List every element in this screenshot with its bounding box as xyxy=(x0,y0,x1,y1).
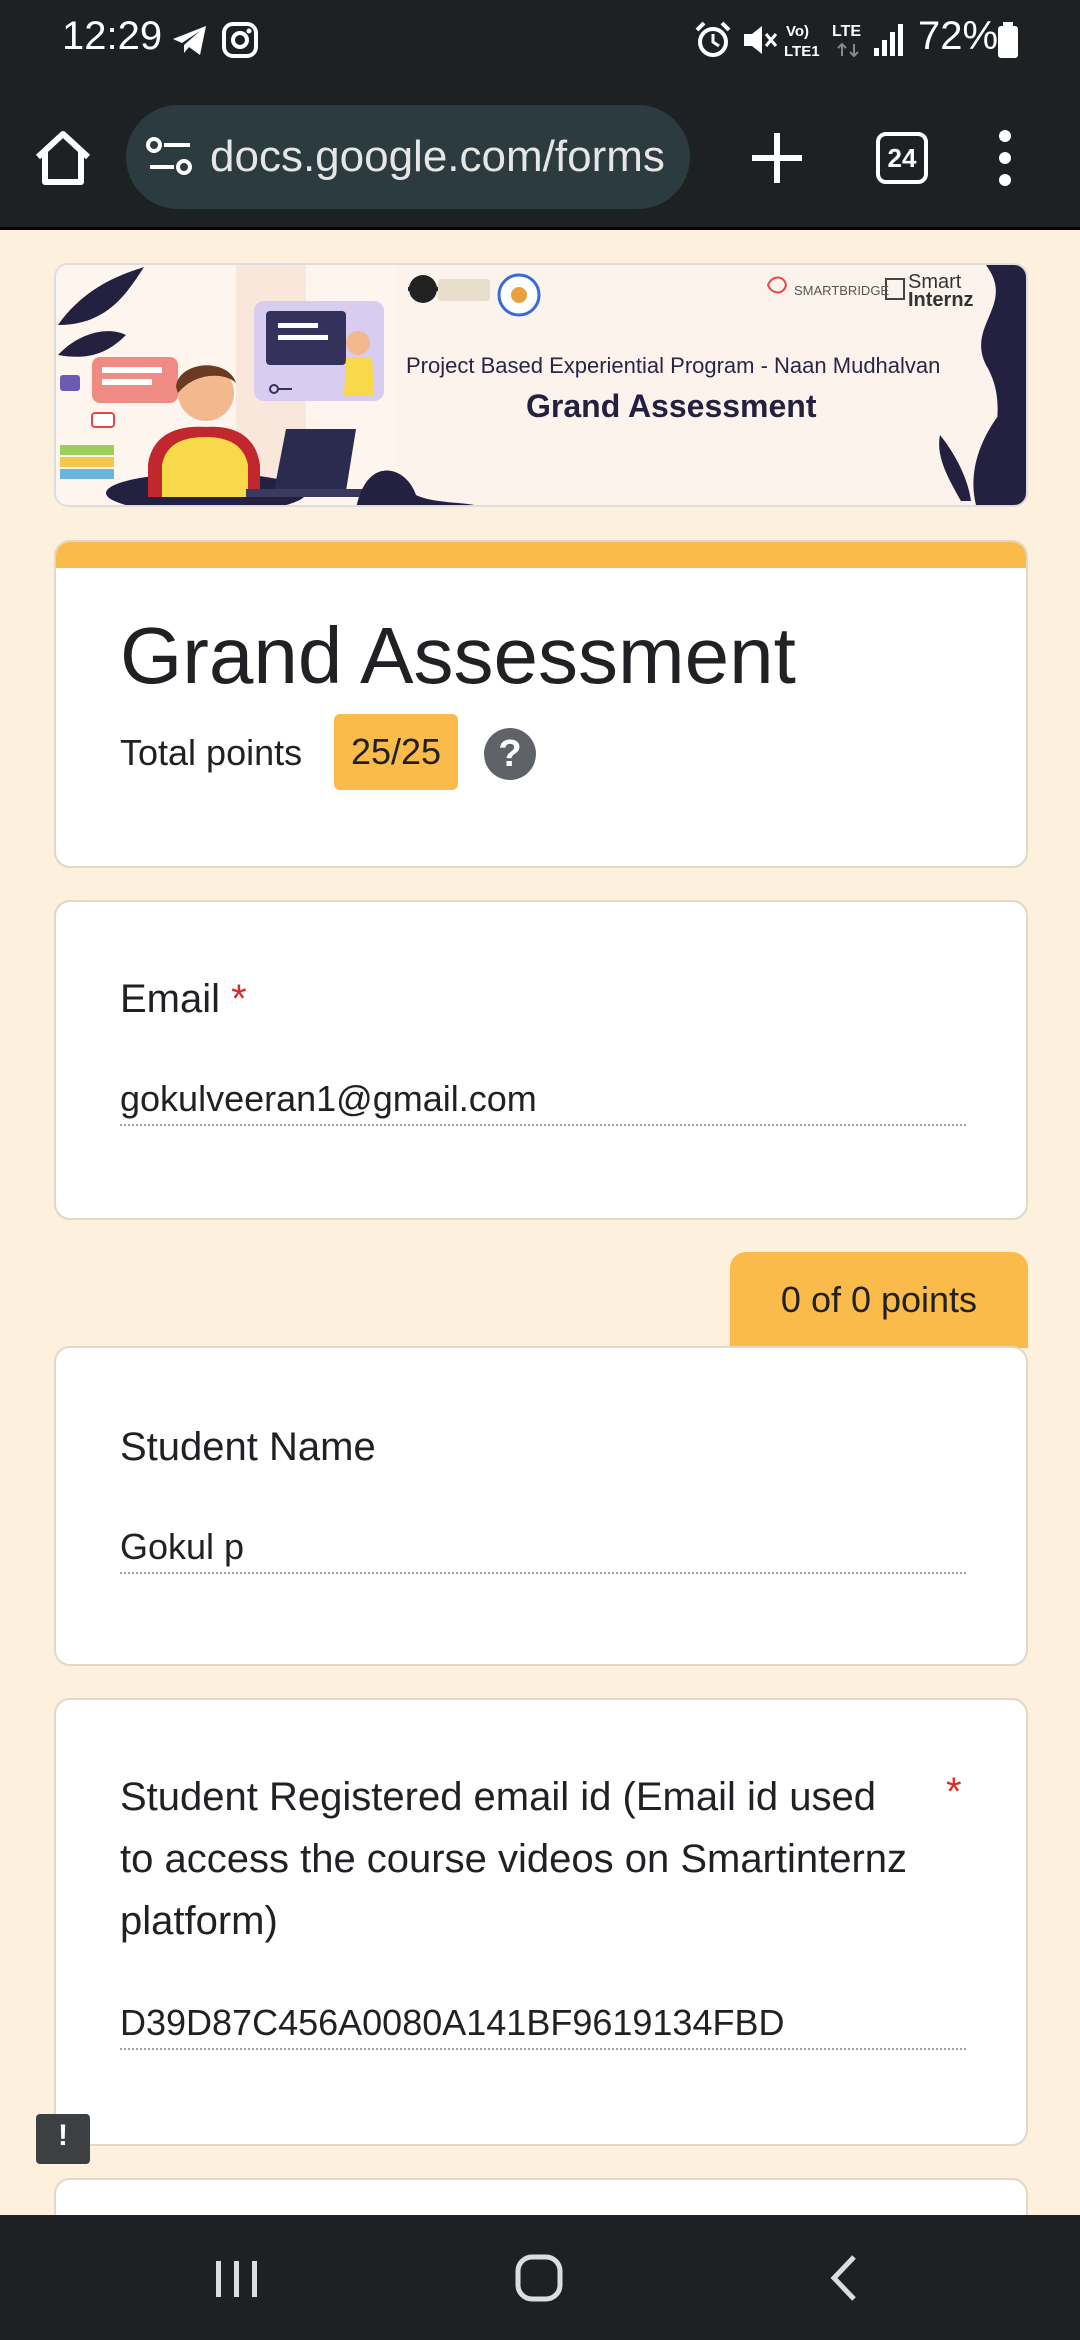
question-label: Student Registered email id (Email id us… xyxy=(120,1775,908,1943)
svg-text:LTE1: LTE1 xyxy=(784,43,820,60)
required-asterisk: * xyxy=(946,1770,962,1814)
form-header-card: Grand Assessment Total points 25/25 ? xyxy=(54,540,1028,868)
smartbridge-logo-text: SMARTBRIDGE xyxy=(794,283,890,298)
tab-switcher-button[interactable]: 24 xyxy=(876,132,928,184)
question-label: Student Name xyxy=(120,1425,376,1469)
volte-icon: Vo) LTE1 xyxy=(784,23,820,60)
svg-text:Vo): Vo) xyxy=(786,23,809,40)
question-card-student-name: Student Name Gokul p xyxy=(54,1346,1028,1666)
student-name-answer: Gokul p xyxy=(120,1526,966,1574)
home-icon[interactable] xyxy=(30,125,96,191)
new-tab-icon[interactable] xyxy=(746,127,808,189)
points-badge: 0 of 0 points xyxy=(730,1252,1028,1348)
help-icon[interactable]: ? xyxy=(484,728,536,780)
url-bar[interactable]: docs.google.com/forms xyxy=(126,105,690,209)
form-title: Grand Assessment xyxy=(120,611,796,700)
lte-icon: LTE xyxy=(832,23,861,58)
question-label: Email * xyxy=(120,977,247,1021)
signal-icon xyxy=(874,24,903,56)
telegram-icon xyxy=(173,26,206,55)
banner-subtitle: Project Based Experiential Program - Naa… xyxy=(406,353,941,378)
system-navigation-bar xyxy=(0,2215,1080,2340)
instagram-icon xyxy=(222,22,258,58)
banner-illustration xyxy=(56,265,1026,505)
accent-strip xyxy=(56,542,1026,568)
url-text[interactable]: docs.google.com/forms xyxy=(210,132,670,182)
browser-toolbar: docs.google.com/forms 24 xyxy=(0,80,1080,230)
status-time: 12:29 xyxy=(62,14,163,58)
battery-percentage: 72% xyxy=(918,14,999,58)
email-answer: gokulveeran1@gmail.com xyxy=(120,1078,966,1126)
registered-email-answer: D39D87C456A0080A141BF9619134FBD xyxy=(120,2002,966,2050)
question-card-email: Email * gokulveeran1@gmail.com xyxy=(54,900,1028,1220)
question-card-registered-email: Student Registered email id (Email id us… xyxy=(54,1698,1028,2146)
recent-apps-icon[interactable] xyxy=(212,2247,262,2307)
report-feedback-button[interactable]: ! xyxy=(36,2114,90,2164)
back-icon[interactable] xyxy=(820,2247,870,2307)
site-settings-icon[interactable] xyxy=(146,135,194,179)
svg-text:LTE: LTE xyxy=(832,23,861,40)
more-menu-icon[interactable] xyxy=(990,128,1020,188)
battery-icon xyxy=(998,22,1018,58)
form-banner: SMARTBRIDGE Smart Internz Project Based … xyxy=(54,263,1028,507)
mute-icon xyxy=(744,26,778,54)
total-points-badge: 25/25 xyxy=(334,714,458,790)
required-asterisk: * xyxy=(231,977,247,1021)
total-points-label: Total points xyxy=(120,732,303,773)
alarm-icon xyxy=(695,21,731,57)
home-nav-icon[interactable] xyxy=(510,2247,570,2307)
smartinternz-logo-text: Smart Internz xyxy=(908,271,974,311)
status-bar: 12:29 Vo) LTE1 LTE 72% xyxy=(0,0,1080,80)
banner-title: Grand Assessment xyxy=(526,388,817,424)
